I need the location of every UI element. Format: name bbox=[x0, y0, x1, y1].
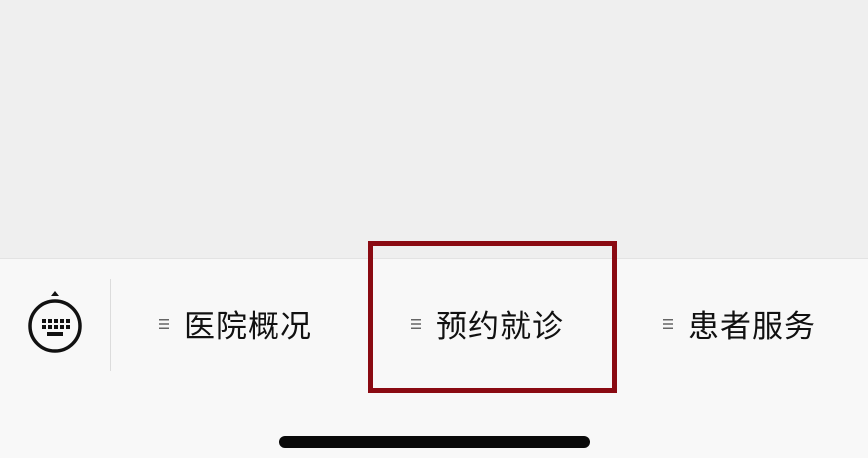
menu-lines-icon bbox=[662, 318, 674, 330]
menu-item-label: 患者服务 bbox=[688, 308, 816, 345]
menu-lines-icon bbox=[410, 318, 422, 330]
menu-item-label: 医院概况 bbox=[184, 308, 312, 345]
app-page: 医院概况 预约就诊 患者服务 bbox=[0, 0, 868, 458]
menu-item-hospital-overview[interactable]: 医院概况 bbox=[158, 287, 312, 359]
keyboard-icon bbox=[26, 290, 84, 356]
menu-lines-icon bbox=[158, 318, 170, 330]
home-indicator[interactable] bbox=[279, 436, 590, 448]
menu-item-appointment[interactable]: 预约就诊 bbox=[410, 287, 564, 359]
menu-item-label: 预约就诊 bbox=[436, 308, 564, 345]
content-area bbox=[0, 0, 868, 258]
menu-item-patient-services[interactable]: 患者服务 bbox=[662, 287, 816, 359]
keyboard-toggle-button[interactable] bbox=[26, 290, 84, 356]
menu-divider bbox=[110, 279, 111, 371]
bottom-menu-bar: 医院概况 预约就诊 患者服务 bbox=[0, 258, 868, 458]
